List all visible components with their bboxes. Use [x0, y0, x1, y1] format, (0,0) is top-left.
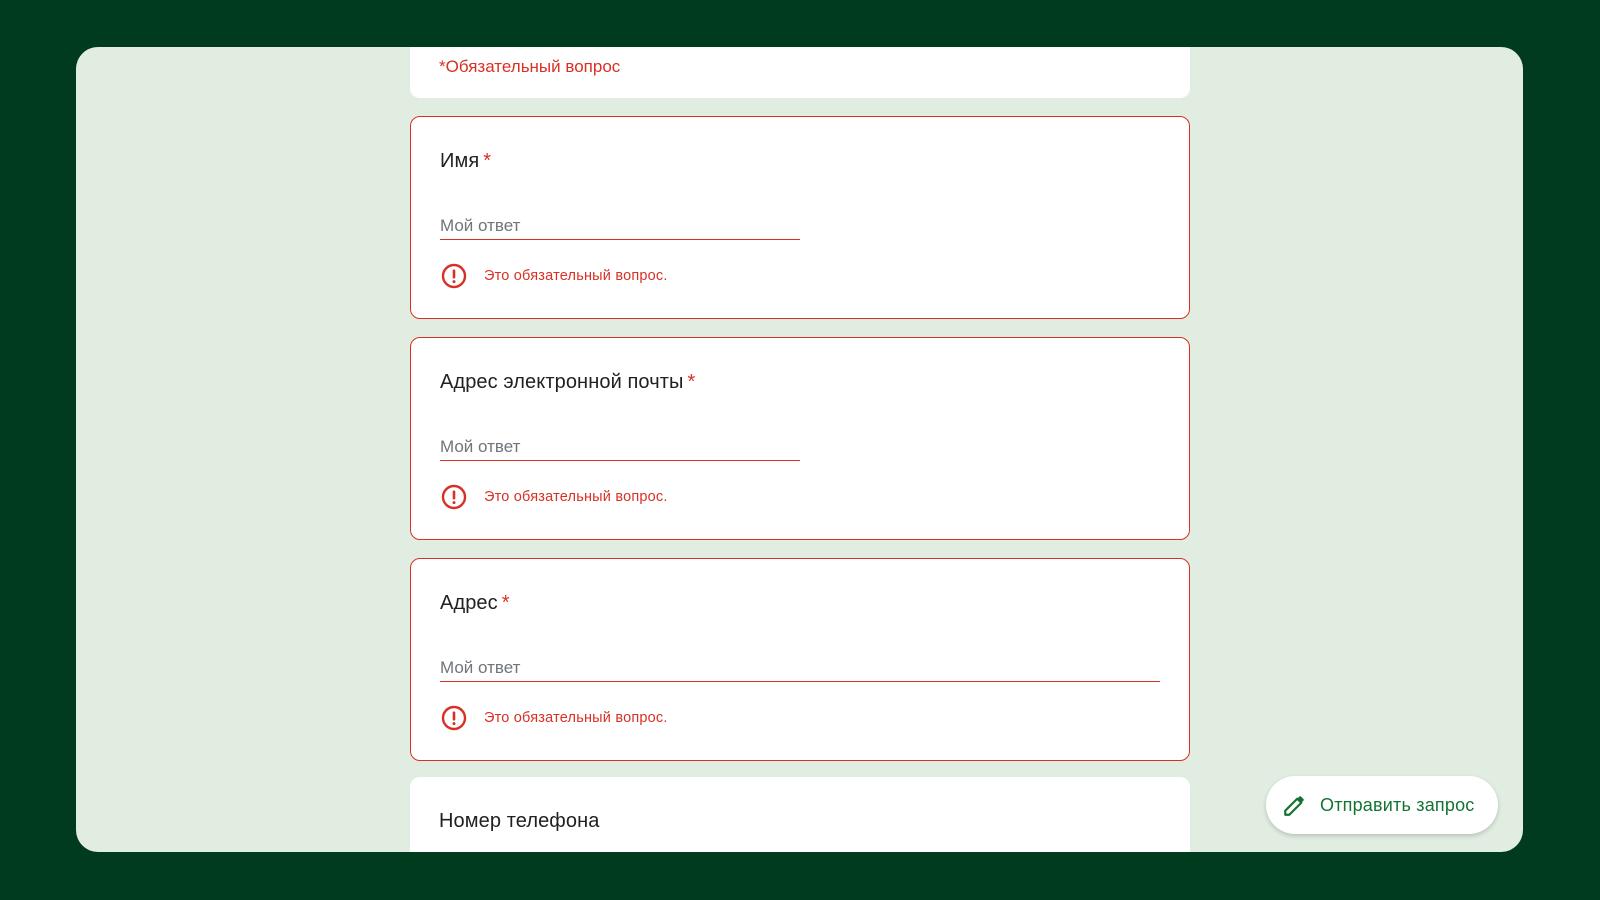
address-input[interactable]: [440, 654, 1160, 682]
send-request-button[interactable]: Отправить запрос: [1266, 776, 1498, 834]
question-card-email: Адрес электронной почты* Это обязательны…: [410, 337, 1190, 540]
question-title-text: Адрес: [440, 592, 498, 614]
error-text: Это обязательный вопрос.: [484, 268, 668, 284]
name-input[interactable]: [440, 212, 800, 240]
error-icon: [440, 262, 468, 290]
send-request-label: Отправить запрос: [1320, 794, 1475, 815]
question-title-text: Номер телефона: [439, 810, 600, 832]
error-text: Это обязательный вопрос.: [484, 489, 668, 505]
question-title-text: Адрес электронной почты: [440, 371, 684, 393]
question-card-name: Имя* Это обязательный вопрос.: [410, 116, 1190, 319]
error-icon: [440, 483, 468, 511]
error-message: Это обязательный вопрос.: [440, 483, 668, 511]
error-message: Это обязательный вопрос.: [440, 704, 668, 732]
error-message: Это обязательный вопрос.: [440, 262, 668, 290]
question-card-phone: Номер телефона: [410, 777, 1190, 852]
error-icon: [440, 704, 468, 732]
email-input[interactable]: [440, 433, 800, 461]
required-star: *: [483, 150, 492, 172]
question-card-address: Адрес* Это обязательный вопрос.: [410, 558, 1190, 761]
required-star: *: [687, 371, 696, 393]
question-title: Адрес *: [440, 592, 510, 615]
question-title-text: Имя: [440, 150, 480, 172]
required-note: *Обязательный вопрос: [439, 57, 621, 76]
question-title: Адрес электронной почты *: [440, 371, 695, 394]
pencil-icon: [1282, 792, 1308, 818]
question-title: Номер телефона: [439, 810, 599, 833]
error-text: Это обязательный вопрос.: [484, 710, 668, 726]
form-viewport: *Обязательный вопрос Имя* Это обязательн…: [76, 47, 1523, 852]
required-star: *: [501, 592, 510, 614]
question-title: Имя *: [440, 150, 491, 173]
form-header-card: *Обязательный вопрос: [410, 47, 1190, 98]
